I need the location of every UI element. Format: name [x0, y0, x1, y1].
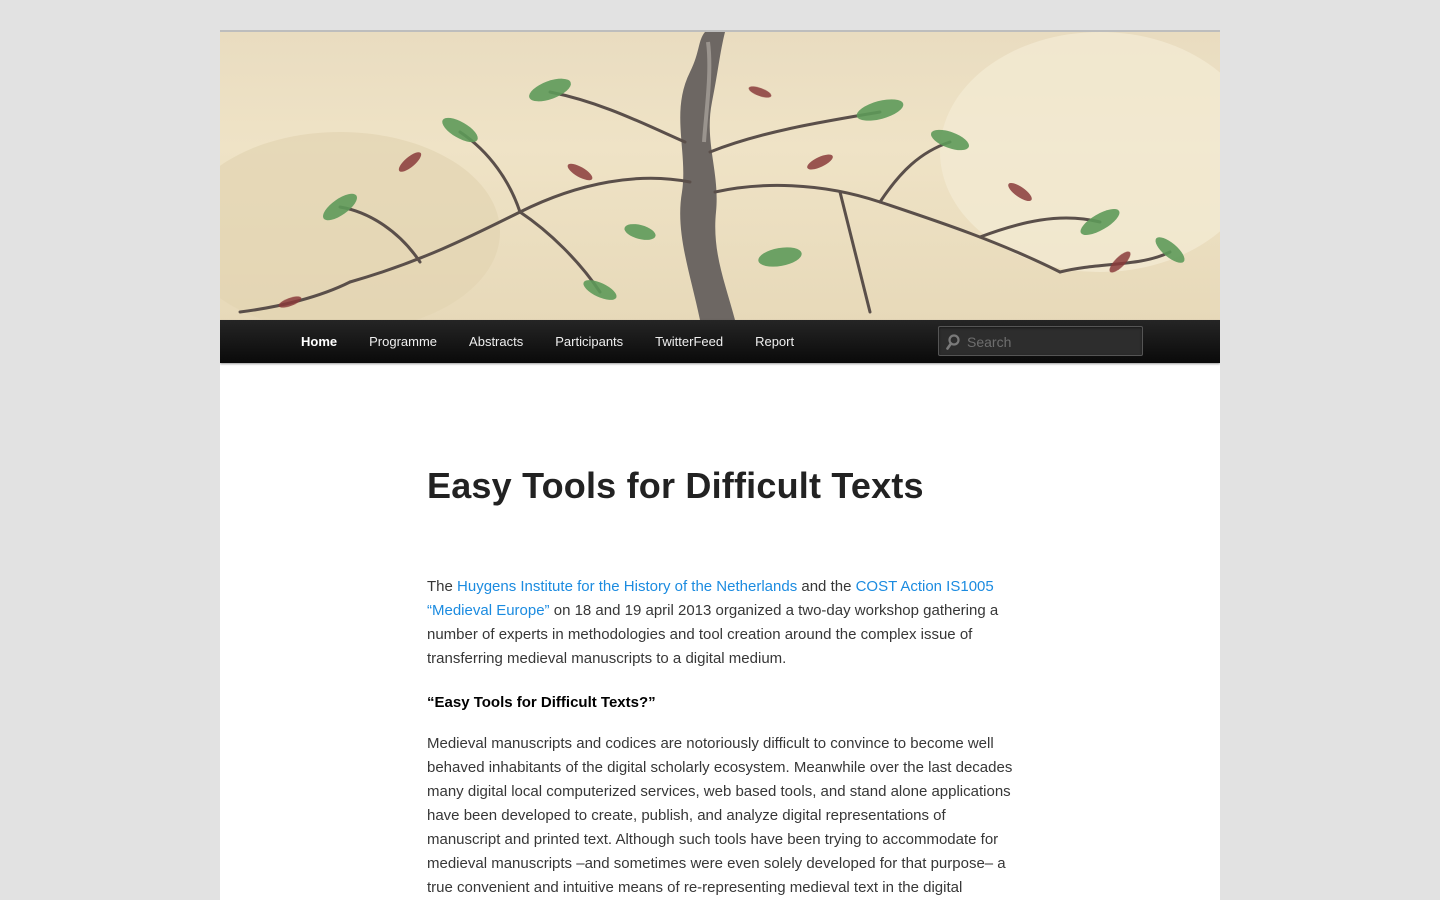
post-content: Easy Tools for Difficult Texts The Huyge…	[427, 462, 1017, 896]
nav-item-home[interactable]: Home	[285, 320, 353, 363]
search-box	[938, 326, 1143, 356]
intro-text-2: and the	[797, 578, 856, 595]
section-subheading: “Easy Tools for Difficult Texts?”	[427, 694, 656, 711]
header-image[interactable]	[220, 32, 1220, 320]
nav-menu: Home Programme Abstracts Participants Tw…	[285, 320, 810, 363]
nav-item-programme[interactable]: Programme	[353, 320, 453, 363]
huygens-institute-link[interactable]: Huygens Institute for the History of the…	[457, 578, 797, 595]
nav-item-participants[interactable]: Participants	[539, 320, 639, 363]
bonsai-tree-image	[220, 32, 1220, 320]
body-paragraph: Medieval manuscripts and codices are not…	[427, 735, 1013, 896]
search-input[interactable]	[965, 330, 1139, 354]
main-navigation: Home Programme Abstracts Participants Tw…	[220, 320, 1220, 363]
search-icon[interactable]	[946, 334, 960, 350]
nav-item-twitterfeed[interactable]: TwitterFeed	[639, 320, 739, 363]
intro-paragraph: The Huygens Institute for the History of…	[427, 575, 1017, 671]
nav-item-report[interactable]: Report	[739, 320, 810, 363]
nav-item-abstracts[interactable]: Abstracts	[453, 320, 539, 363]
intro-text-1: The	[427, 578, 458, 595]
page-container: Home Programme Abstracts Participants Tw…	[220, 30, 1220, 900]
post-title[interactable]: Easy Tools for Difficult Texts	[427, 462, 1017, 510]
